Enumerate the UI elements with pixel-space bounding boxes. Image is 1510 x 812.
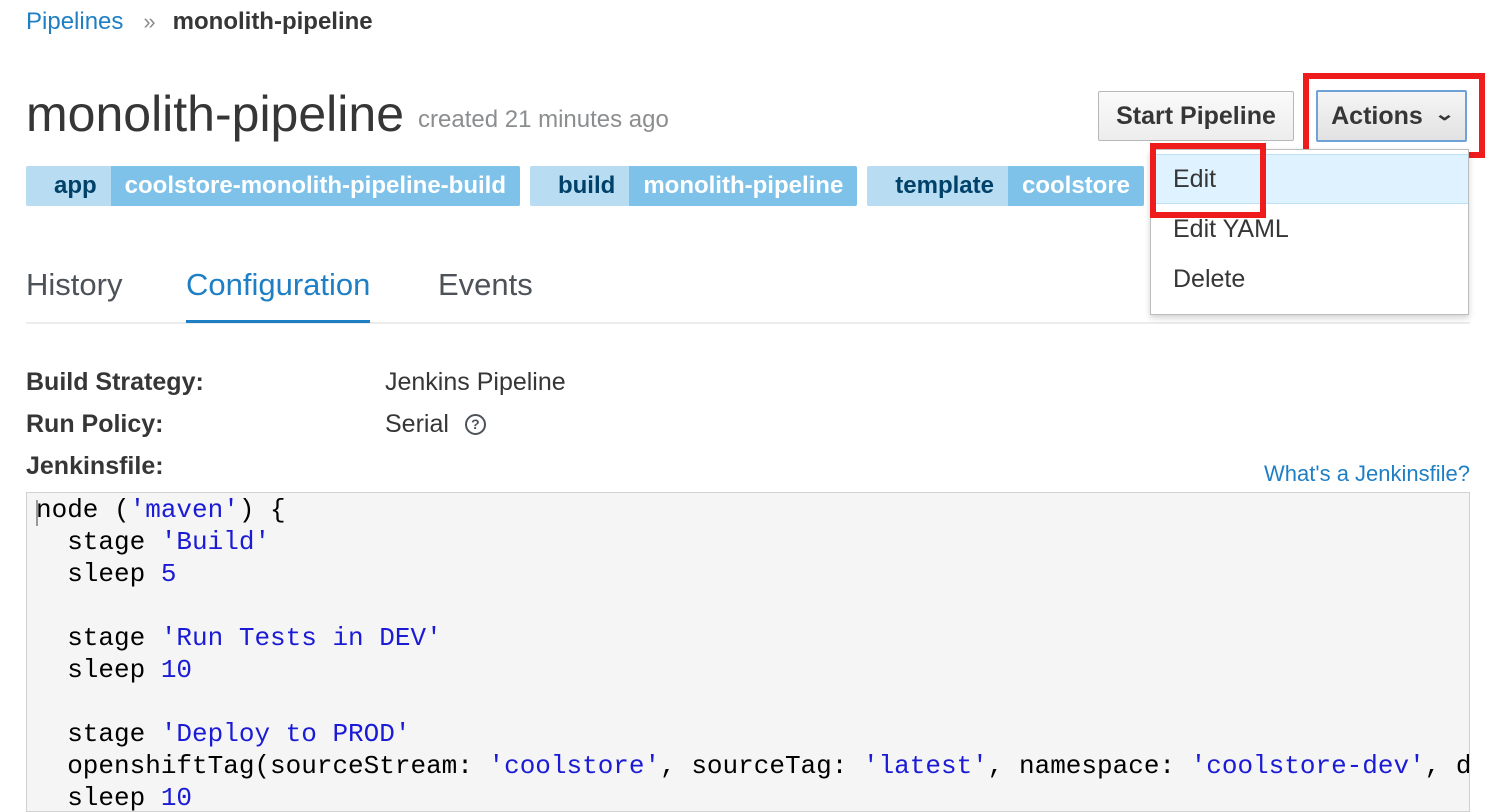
menu-item-edit-yaml[interactable]: Edit YAML	[1151, 204, 1468, 254]
created-timestamp: created 21 minutes ago	[418, 106, 669, 133]
label-value: monolith-pipeline	[629, 166, 858, 206]
label-template[interactable]: template coolstore	[867, 166, 1145, 206]
label-key: template	[867, 166, 1008, 206]
build-strategy-label: Build Strategy:	[26, 368, 204, 396]
actions-button-label: Actions	[1331, 101, 1423, 130]
menu-item-edit[interactable]: Edit	[1151, 154, 1468, 204]
whats-a-jenkinsfile-link[interactable]: What's a Jenkinsfile?	[1264, 461, 1470, 487]
breadcrumb-pipelines-link[interactable]: Pipelines	[26, 8, 123, 36]
breadcrumb-separator: »	[143, 9, 155, 34]
tab-configuration[interactable]: Configuration	[186, 262, 371, 323]
page-title: monolith-pipeline	[26, 86, 405, 142]
breadcrumb-current: monolith-pipeline	[172, 8, 373, 35]
start-pipeline-button[interactable]: Start Pipeline	[1098, 91, 1294, 141]
question-circle-icon[interactable]: ?	[464, 414, 486, 435]
jenkinsfile-editor[interactable]: node ('maven') { stage 'Build' sleep 5 s…	[26, 492, 1470, 812]
tab-events[interactable]: Events	[438, 262, 533, 320]
actions-button[interactable]: Actions ⌄	[1316, 90, 1467, 142]
label-list: app coolstore-monolith-pipeline-build bu…	[26, 166, 1145, 206]
label-value: coolstore-monolith-pipeline-build	[110, 166, 520, 206]
actions-dropdown-menu: Edit Edit YAML Delete	[1150, 149, 1469, 315]
jenkinsfile-code: node ('maven') { stage 'Build' sleep 5 s…	[36, 495, 1470, 812]
label-key: build	[529, 166, 630, 206]
run-policy-text: Serial	[385, 410, 449, 438]
build-strategy-value: Jenkins Pipeline	[385, 368, 566, 396]
label-value: coolstore	[1008, 166, 1145, 206]
breadcrumb: Pipelines » monolith-pipeline	[26, 8, 373, 36]
chevron-down-icon: ⌄	[1433, 103, 1455, 124]
tab-history[interactable]: History	[26, 262, 122, 320]
label-key: app	[26, 166, 111, 206]
jenkinsfile-label: Jenkinsfile:	[26, 452, 164, 480]
label-build[interactable]: build monolith-pipeline	[529, 166, 858, 206]
label-app[interactable]: app coolstore-monolith-pipeline-build	[26, 166, 520, 206]
menu-item-delete[interactable]: Delete	[1151, 254, 1468, 304]
run-policy-value: Serial ?	[385, 410, 486, 439]
run-policy-label: Run Policy:	[26, 410, 164, 438]
